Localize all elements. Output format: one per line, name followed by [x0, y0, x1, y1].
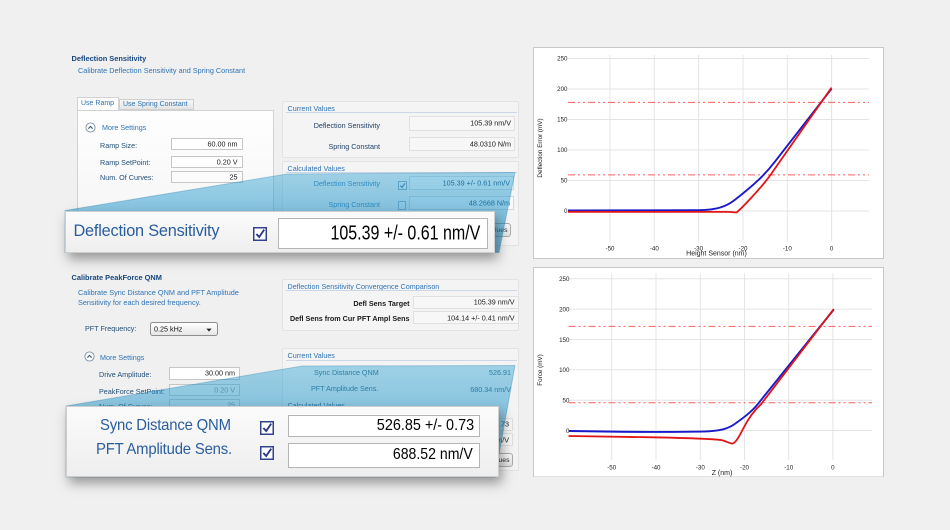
svg-text:Z (nm): Z (nm) [712, 470, 733, 477]
svg-text:0: 0 [831, 464, 835, 471]
svg-text:Force (mV): Force (mV) [537, 354, 544, 386]
svg-text:200: 200 [557, 86, 568, 93]
svg-text:100: 100 [557, 147, 568, 154]
svg-text:-50: -50 [607, 464, 617, 471]
svg-text:-30: -30 [696, 464, 706, 471]
svg-text:Height Sensor (nm): Height Sensor (nm) [686, 251, 747, 258]
svg-text:250: 250 [557, 56, 568, 63]
svg-text:Deflection Error (mV): Deflection Error (mV) [537, 118, 544, 177]
svg-text:100: 100 [559, 367, 570, 374]
svg-text:0: 0 [566, 427, 570, 434]
svg-text:-10: -10 [784, 464, 794, 471]
svg-text:150: 150 [559, 336, 570, 343]
svg-text:50: 50 [563, 397, 570, 404]
svg-text:0: 0 [830, 246, 834, 253]
svg-text:-40: -40 [650, 246, 660, 253]
svg-text:50: 50 [561, 178, 568, 185]
svg-text:-10: -10 [783, 246, 793, 253]
svg-text:-40: -40 [652, 464, 662, 471]
svg-text:-50: -50 [606, 246, 616, 253]
svg-text:250: 250 [559, 276, 570, 283]
svg-text:200: 200 [559, 306, 570, 313]
svg-text:0: 0 [564, 208, 568, 215]
svg-text:-20: -20 [740, 464, 750, 471]
svg-text:150: 150 [557, 117, 568, 124]
